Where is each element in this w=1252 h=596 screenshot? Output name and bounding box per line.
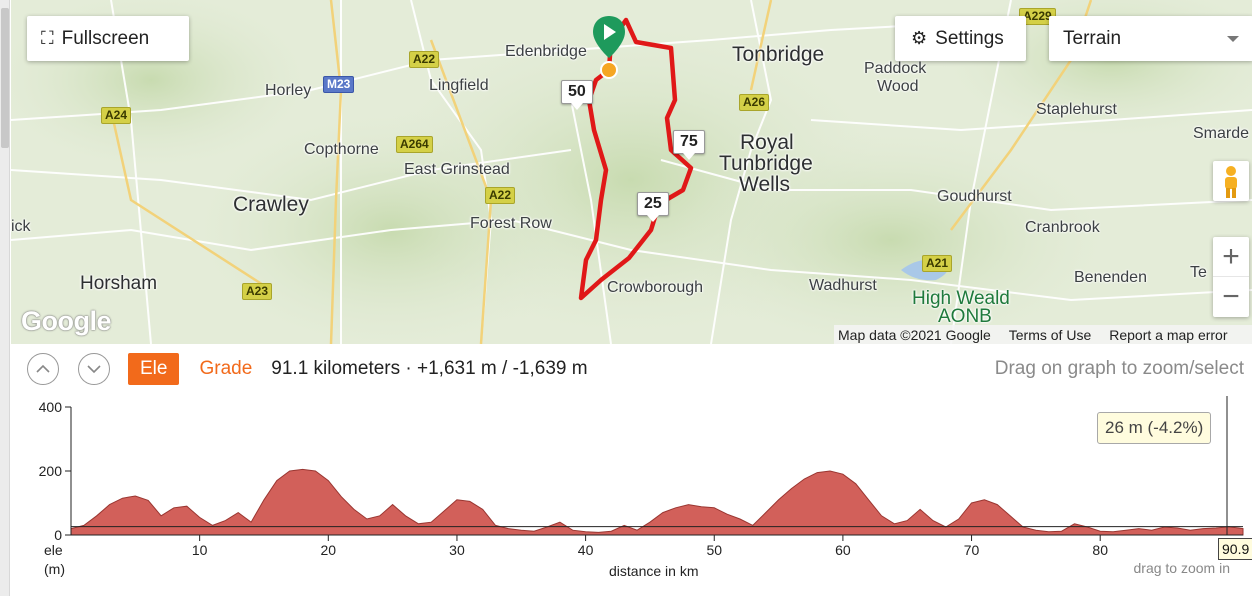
place-label: Tonbridge <box>732 43 825 66</box>
route-km-marker[interactable]: 25 <box>637 192 669 222</box>
road-shield: A26 <box>739 94 770 111</box>
elevation-tab[interactable]: Ele <box>128 353 180 385</box>
place-label: Staplehurst <box>1036 101 1117 118</box>
place-label: Te <box>1190 264 1207 281</box>
report-error-link[interactable]: Report a map error <box>1109 327 1227 343</box>
map-data-credit: Map data ©2021 Google <box>838 326 991 343</box>
map-type-value: Terrain <box>1063 27 1122 49</box>
x-tick-label: 70 <box>964 542 980 558</box>
place-label: Goudhurst <box>937 188 1012 205</box>
road-shield: A22 <box>485 187 516 204</box>
zoom-controls: + − <box>1213 237 1249 317</box>
road-shield: A23 <box>242 283 273 300</box>
fullscreen-icon: ⛶ <box>41 28 54 48</box>
collapse-up-button[interactable] <box>27 353 59 385</box>
google-logo: Google <box>21 306 112 336</box>
gear-icon: ⚙ <box>911 28 928 48</box>
place-label: Wadhurst <box>809 277 877 294</box>
start-pin-icon[interactable] <box>591 14 627 80</box>
place-label: Forest Row <box>470 215 552 232</box>
chevron-up-icon <box>36 364 50 373</box>
place-label: Horsham <box>80 273 158 294</box>
expand-down-button[interactable] <box>78 353 110 385</box>
place-label: Benenden <box>1074 269 1147 286</box>
chevron-down-icon <box>1227 35 1239 42</box>
road-shield: M23 <box>323 76 355 93</box>
place-label: Lingfield <box>429 77 489 94</box>
route-stats: 91.1 kilometers · +1,631 m / -1,639 m <box>271 358 588 379</box>
y-axis-label-line1: ele <box>44 542 63 558</box>
y-axis-label-line2: (m) <box>44 561 65 577</box>
x-tick-label: 80 <box>1092 542 1108 558</box>
place-label: Wells <box>739 173 790 196</box>
drag-zoom-hint: drag to zoom in <box>1133 560 1231 576</box>
place-label: Smarde <box>1193 125 1250 142</box>
fullscreen-button[interactable]: ⛶ Fullscreen <box>27 16 189 61</box>
route-viewer: Edenbridge Tonbridge Paddock Wood Horley… <box>0 0 1252 596</box>
map-view[interactable]: Edenbridge Tonbridge Paddock Wood Horley… <box>11 0 1252 344</box>
road-shield: A21 <box>922 255 953 272</box>
terms-link[interactable]: Terms of Use <box>1009 327 1091 343</box>
x-tick-label: 50 <box>706 542 722 558</box>
x-tick-label: 10 <box>192 542 208 558</box>
cursor-distance-readout: 90.9 <box>1218 538 1252 560</box>
street-view-pegman[interactable] <box>1213 161 1249 201</box>
place-label: Copthorne <box>304 141 379 158</box>
settings-label: Settings <box>935 27 1004 49</box>
road-shield: A264 <box>396 136 433 153</box>
settings-button[interactable]: ⚙ Settings <box>895 16 1026 61</box>
place-label: Edenbridge <box>505 43 587 60</box>
y-tick-label: 200 <box>39 463 63 479</box>
x-tick-label: 20 <box>321 542 337 558</box>
place-label: ick <box>11 218 31 235</box>
map-attribution: Map data ©2021 Google Terms of Use Repor… <box>834 325 1252 344</box>
place-label: Horley <box>265 82 312 99</box>
place-label: Crowborough <box>607 279 704 296</box>
place-label: Cranbrook <box>1025 219 1100 236</box>
zoom-out-button[interactable]: − <box>1213 277 1249 317</box>
y-tick-label: 400 <box>39 399 63 415</box>
page-scrollbar[interactable] <box>0 0 10 596</box>
map-type-select[interactable]: Terrain <box>1049 16 1252 61</box>
elevation-tooltip: 26 m (-4.2%) <box>1097 412 1212 444</box>
place-label: Crawley <box>233 193 309 216</box>
zoom-in-button[interactable]: + <box>1213 237 1249 277</box>
x-tick-label: 60 <box>835 542 851 558</box>
x-axis-label: distance in km <box>609 563 699 579</box>
x-tick-label: 30 <box>449 542 465 558</box>
elevation-toolbar: Ele Grade 91.1 kilometers · +1,631 m / -… <box>11 344 1252 394</box>
road-shield: A22 <box>409 51 440 68</box>
place-label: East Grinstead <box>404 161 510 178</box>
pegman-icon <box>1225 166 1237 198</box>
route-km-marker[interactable]: 50 <box>561 80 593 110</box>
grade-tab[interactable]: Grade <box>199 358 252 380</box>
route-km-marker[interactable]: 75 <box>673 130 705 160</box>
elevation-area <box>70 468 1244 536</box>
chevron-down-icon <box>87 365 101 374</box>
elevation-chart[interactable]: 0 200 400 10 20 30 40 50 60 70 80 26 m (-4.2%) ele… <box>11 394 1252 596</box>
graph-hint: Drag on graph to zoom/select <box>994 358 1244 379</box>
x-tick-label: 40 <box>578 542 594 558</box>
place-label: Paddock <box>864 60 927 77</box>
y-tick-label: 0 <box>54 527 62 543</box>
place-label: Wood <box>877 78 919 95</box>
scrollbar-thumb[interactable] <box>1 8 9 148</box>
fullscreen-label: Fullscreen <box>61 27 150 49</box>
road-shield: A24 <box>101 107 132 124</box>
